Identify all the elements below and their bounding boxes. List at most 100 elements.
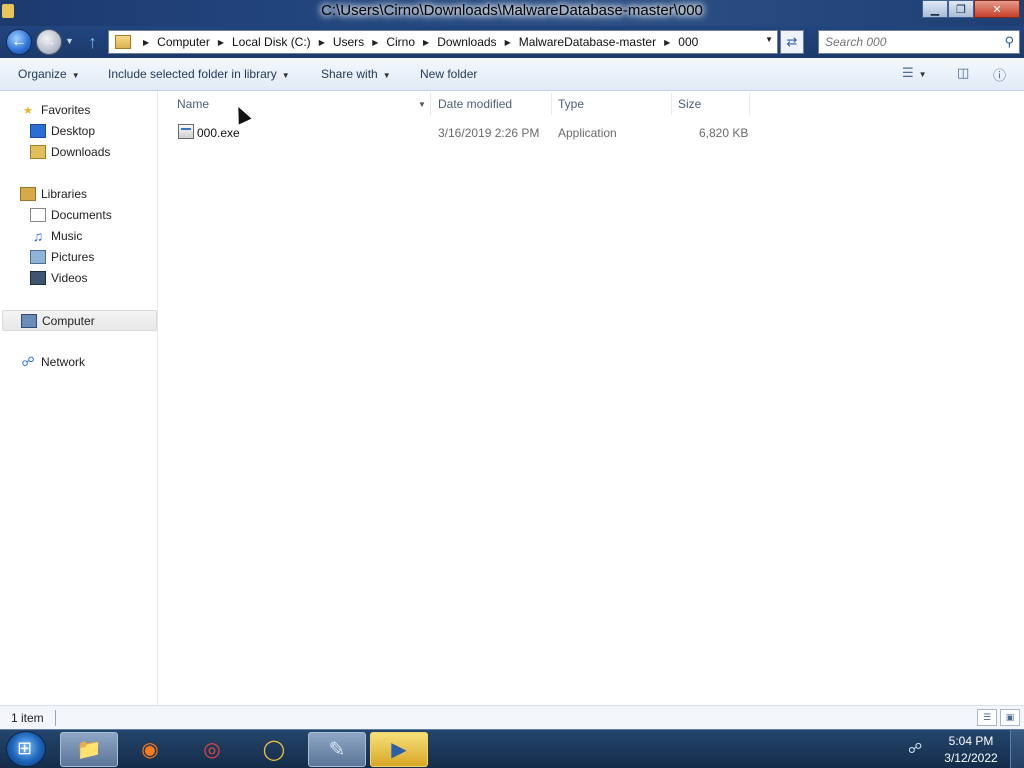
forward-button[interactable]: → (36, 29, 62, 55)
clock-date[interactable]: 3/12/2022 (936, 751, 1006, 765)
details-view-button[interactable]: ☰ (977, 709, 997, 726)
address-bar[interactable]: ▶ Computer ▶ Local Disk (C:) ▶ Users ▶ C… (108, 30, 778, 54)
share-with-menu[interactable]: Share with ▼ (321, 67, 391, 81)
breadcrumb-local-disk[interactable]: Local Disk (C:) (232, 35, 311, 49)
search-icon[interactable]: ⚲ (1004, 34, 1014, 50)
back-button[interactable]: ← (6, 29, 32, 55)
include-in-library-label: Include selected folder in library (108, 67, 277, 81)
change-view-button[interactable]: ☰ ▼ (902, 65, 927, 81)
chevron-down-icon[interactable]: ▼ (765, 35, 773, 44)
file-size: 6,820 KB (699, 126, 749, 140)
refresh-icon: ⇄ (786, 34, 798, 49)
sidebar-item-documents[interactable]: Documents (30, 208, 112, 222)
breadcrumb-downloads[interactable]: Downloads (437, 35, 496, 49)
chevron-down-icon: ▼ (281, 71, 290, 80)
column-divider[interactable] (551, 93, 552, 115)
show-desktop-button[interactable] (1010, 730, 1024, 768)
organize-menu[interactable]: Organize ▼ (18, 67, 80, 81)
navigation-pane: ★ Favorites Desktop Downloads Libraries … (0, 91, 158, 705)
taskbar-firefox[interactable]: ◉ (121, 732, 179, 767)
chevron-right-icon[interactable]: ▶ (143, 38, 149, 47)
chevron-down-icon: ▼ (382, 71, 391, 80)
view-list-icon: ☰ (902, 65, 914, 80)
details-view-icon: ☰ (982, 712, 992, 722)
up-arrow-icon[interactable]: ↑ (88, 32, 97, 53)
back-arrow-icon: ← (11, 33, 27, 50)
sidebar-item-libraries[interactable]: Libraries (20, 187, 87, 201)
search-box: ⚲ (818, 30, 1020, 54)
forward-arrow-icon: → (41, 33, 57, 50)
column-header-name[interactable]: Name (177, 97, 209, 117)
sidebar-item-pictures[interactable]: Pictures (30, 250, 94, 264)
table-row[interactable]: 000.exe 3/16/2019 2:26 PM Application 6,… (159, 121, 759, 143)
file-date-modified: 3/16/2019 2:26 PM (438, 126, 540, 140)
column-divider[interactable] (430, 93, 431, 115)
start-button[interactable] (6, 731, 46, 767)
organize-label: Organize (18, 67, 67, 81)
chevron-right-icon[interactable]: ▶ (505, 38, 511, 47)
clock-time[interactable]: 5:04 PM (936, 734, 1006, 748)
maximize-button[interactable]: ❐ (948, 0, 974, 18)
chevron-right-icon[interactable]: ▶ (664, 38, 670, 47)
chevron-right-icon[interactable]: ▶ (319, 38, 325, 47)
search-input[interactable] (819, 31, 989, 53)
status-divider (55, 710, 56, 726)
sidebar-item-downloads[interactable]: Downloads (30, 145, 110, 159)
breadcrumb: ▶ Computer ▶ Local Disk (C:) ▶ Users ▶ C… (135, 35, 698, 49)
help-button[interactable]: ⓘ (993, 65, 1006, 84)
navigation-bar: ← → ▼ ↑ ▶ Computer ▶ Local Disk (C:) ▶ U… (0, 26, 1024, 58)
recent-pages-dropdown-icon[interactable]: ▼ (65, 36, 74, 46)
taskbar-windows-explorer[interactable]: 📁 (60, 732, 118, 767)
breadcrumb-users[interactable]: Users (333, 35, 364, 49)
star-icon: ★ (23, 104, 33, 117)
chevron-right-icon[interactable]: ▶ (423, 38, 429, 47)
videos-icon (30, 271, 46, 285)
sidebar-item-computer[interactable]: Computer (2, 310, 157, 331)
column-header-size[interactable]: Size (678, 97, 701, 117)
sidebar-item-music[interactable]: ♫ Music (30, 228, 83, 244)
taskbar: 📁 ◉ ◎ ◯ ✎ ▶ ☍ 5:04 PM 3/12/2022 (0, 729, 1024, 768)
sidebar-item-network[interactable]: ☍ Network (20, 354, 86, 369)
column-header-type[interactable]: Type (558, 97, 584, 117)
sidebar-item-desktop[interactable]: Desktop (30, 124, 95, 138)
title-bar: C:\Users\Cirno\Downloads\MalwareDatabase… (0, 0, 1024, 26)
sidebar-item-videos[interactable]: Videos (30, 271, 87, 285)
chrome-icon: ◎ (203, 739, 221, 761)
chevron-right-icon[interactable]: ▶ (218, 38, 224, 47)
include-in-library-menu[interactable]: Include selected folder in library ▼ (108, 67, 290, 81)
sidebar-item-favorites[interactable]: ★ Favorites (20, 103, 90, 117)
breadcrumb-cirno[interactable]: Cirno (386, 35, 415, 49)
documents-icon (30, 208, 46, 222)
column-divider[interactable] (671, 93, 672, 115)
column-divider[interactable] (749, 93, 750, 115)
breadcrumb-malwaredatabase[interactable]: MalwareDatabase-master (519, 35, 656, 49)
window-controls: ▁ ❐ ✕ (922, 0, 1020, 18)
breadcrumb-000[interactable]: 000 (678, 35, 698, 49)
network-tray-icon[interactable]: ☍ (908, 740, 922, 757)
taskbar-notepad-app[interactable]: ✎ (308, 732, 366, 767)
new-folder-button[interactable]: New folder (420, 67, 477, 81)
window-title: C:\Users\Cirno\Downloads\MalwareDatabase… (321, 2, 703, 19)
item-count: 1 item (11, 711, 44, 725)
taskbar-yellow-ring-app[interactable]: ◯ (245, 732, 303, 767)
libraries-icon (20, 187, 36, 201)
sidebar-item-label: Network (41, 355, 86, 369)
file-name[interactable]: 000.exe (197, 126, 240, 140)
share-with-label: Share with (321, 67, 378, 81)
computer-icon (21, 313, 37, 328)
minimize-button[interactable]: ▁ (922, 0, 948, 18)
sidebar-item-label: Music (51, 229, 83, 243)
refresh-button[interactable]: ⇄ (780, 30, 804, 54)
chevron-right-icon[interactable]: ▶ (372, 38, 378, 47)
notepad-icon: ✎ (328, 739, 346, 761)
sidebar-item-label: Desktop (51, 124, 96, 138)
breadcrumb-computer[interactable]: Computer (157, 35, 210, 49)
chevron-down-icon[interactable]: ▼ (418, 100, 426, 120)
preview-pane-button[interactable]: ◫ (957, 65, 969, 81)
column-header-date-modified[interactable]: Date modified (438, 97, 512, 117)
music-icon: ♫ (32, 228, 44, 244)
taskbar-media-player[interactable]: ▶ (370, 732, 428, 767)
large-icons-view-button[interactable]: ▣ (1000, 709, 1020, 726)
taskbar-chrome[interactable]: ◎ (183, 732, 241, 767)
close-button[interactable]: ✕ (974, 0, 1020, 18)
